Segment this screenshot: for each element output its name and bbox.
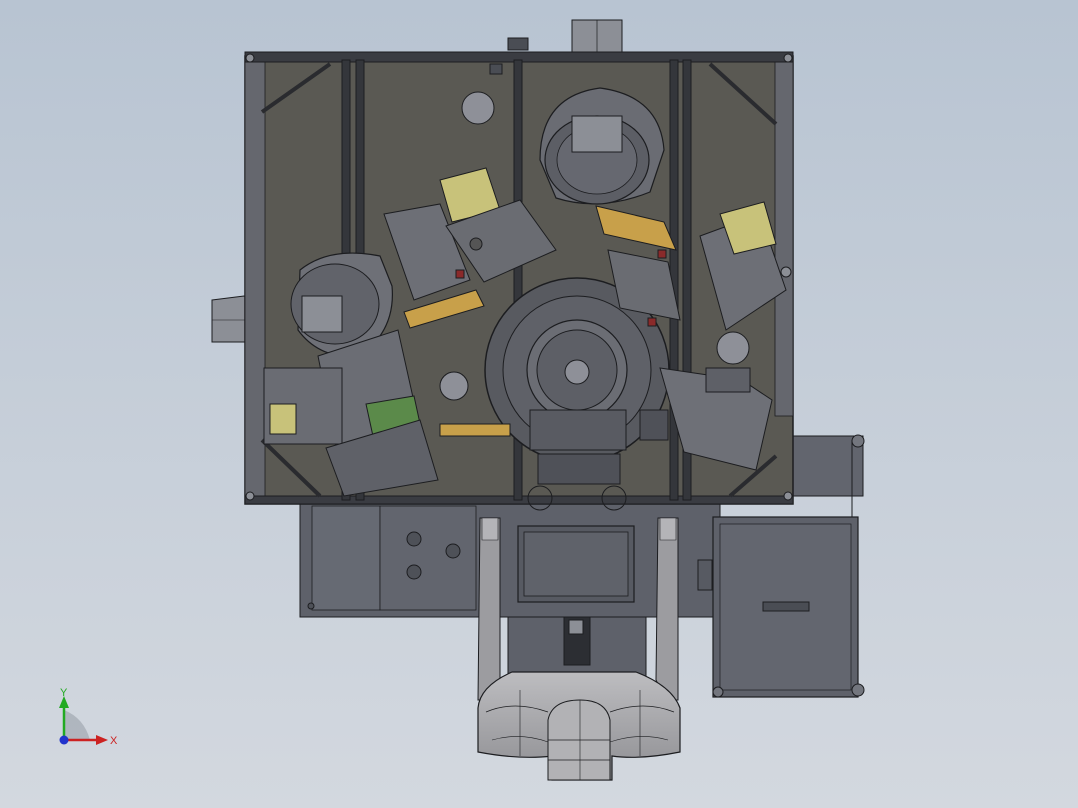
triad-plane-icon xyxy=(64,710,90,740)
x-axis-label: X xyxy=(110,735,118,747)
cad-viewport[interactable]: Y X xyxy=(0,0,1078,808)
y-axis-label: Y xyxy=(60,687,68,699)
x-arrowhead-icon xyxy=(96,735,108,745)
coordinate-triad: Y X xyxy=(59,687,118,747)
z-axis-dot-icon xyxy=(59,735,69,745)
machine-model[interactable] xyxy=(0,0,1078,808)
operator-hood xyxy=(477,671,681,781)
